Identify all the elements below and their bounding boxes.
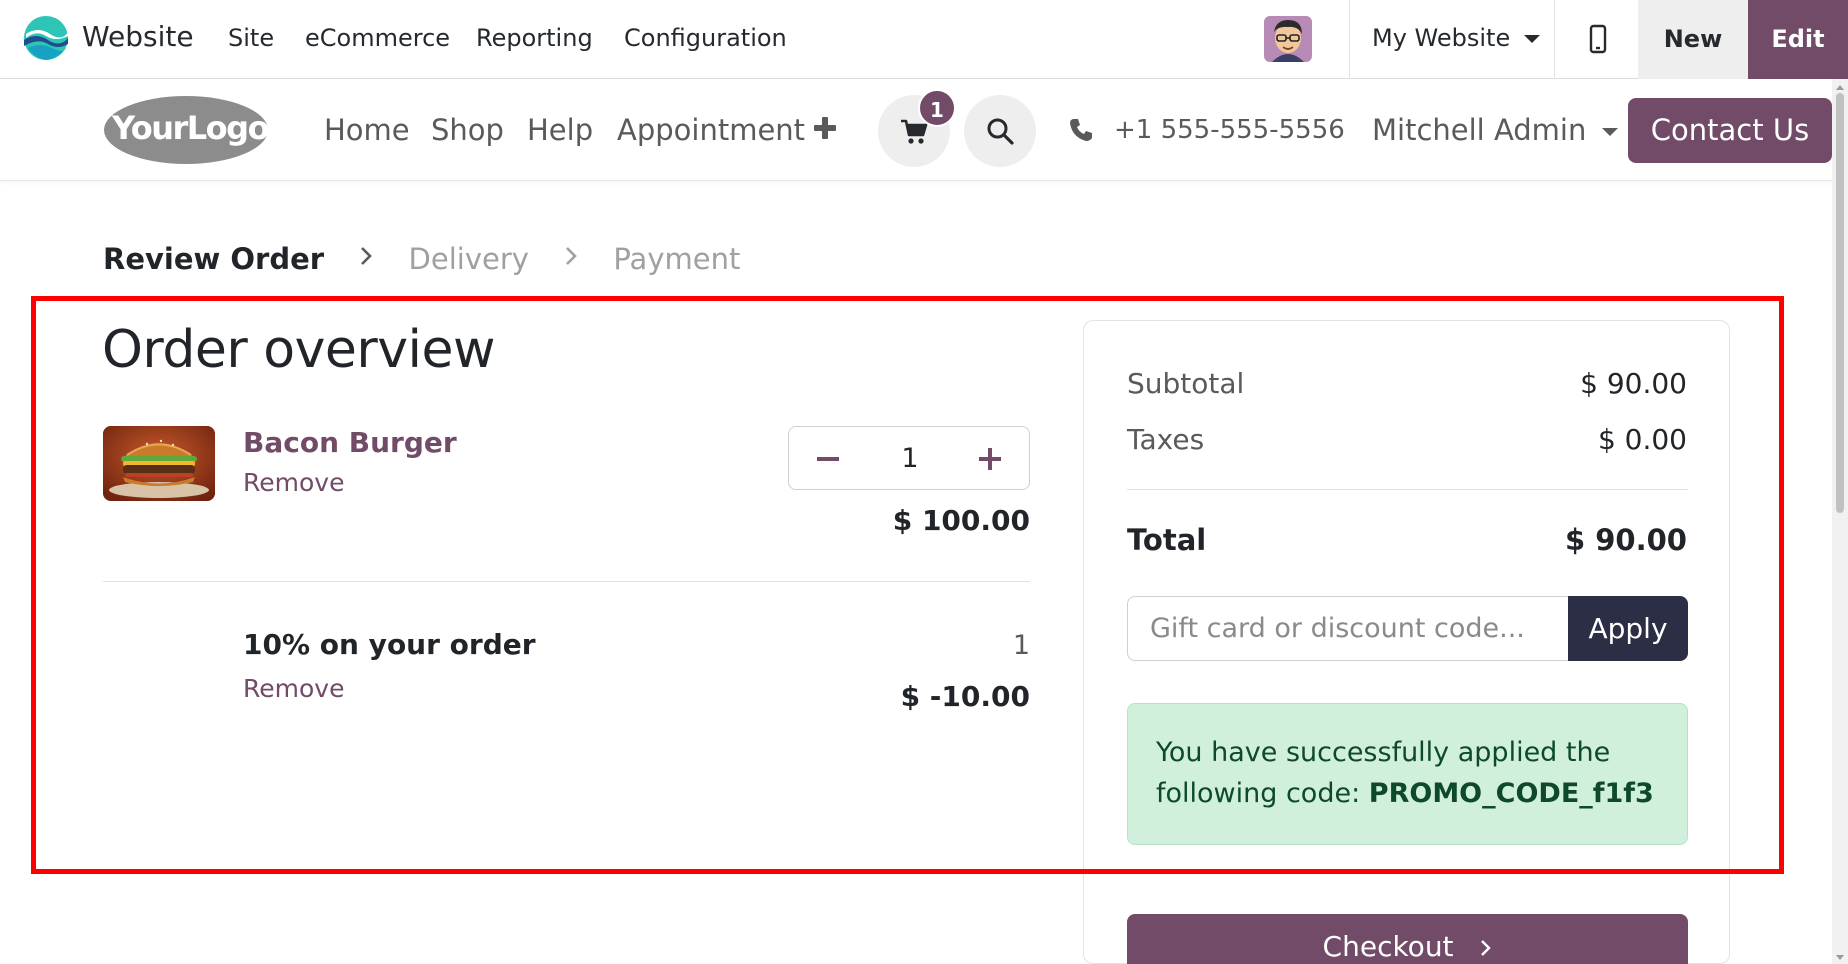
scroll-up-arrow[interactable] <box>1836 85 1844 90</box>
user-menu[interactable]: Mitchell Admin <box>1372 113 1619 147</box>
chevron-down-icon <box>1602 128 1619 136</box>
step-payment[interactable]: Payment <box>613 242 740 276</box>
website-selector[interactable]: My Website <box>1372 24 1541 52</box>
cart-count-badge: 1 <box>918 89 956 127</box>
remove-link[interactable]: Remove <box>243 468 344 497</box>
page-scrollbar[interactable] <box>1832 79 1848 964</box>
nav-home[interactable]: Home <box>324 113 410 147</box>
line-price: $ 100.00 <box>892 504 1030 537</box>
taxes-label: Taxes <box>1127 423 1205 456</box>
search-button[interactable] <box>964 95 1036 167</box>
search-icon <box>987 118 1014 145</box>
menu-reporting[interactable]: Reporting <box>476 24 593 52</box>
website-header: YourLogo Home Shop Help Appointment 1 +1… <box>0 79 1848 181</box>
scroll-thumb[interactable] <box>1836 93 1844 513</box>
menu-site[interactable]: Site <box>228 24 274 52</box>
divider <box>103 581 1030 582</box>
chevron-right-icon <box>361 247 373 265</box>
divider <box>1127 489 1688 490</box>
nav-help[interactable]: Help <box>527 113 593 147</box>
mobile-preview-icon[interactable] <box>1584 24 1612 56</box>
checkout-steps: Review Order Delivery Payment <box>103 240 740 276</box>
plus-icon[interactable] <box>812 115 838 141</box>
remove-link[interactable]: Remove <box>243 674 344 703</box>
chevron-down-icon <box>1524 35 1541 43</box>
product-image[interactable] <box>103 426 215 501</box>
burger-image <box>103 426 215 501</box>
discount-price: $ -10.00 <box>900 680 1030 713</box>
website-app-icon[interactable] <box>22 14 70 62</box>
website-selector-label: My Website <box>1372 24 1511 52</box>
applied-promo-code: PROMO_CODE_f1f3 <box>1368 778 1654 809</box>
discount-line-name: 10% on your order <box>243 628 536 661</box>
apply-button[interactable]: Apply <box>1568 596 1688 661</box>
nav-appointment[interactable]: Appointment <box>617 113 805 147</box>
step-review-order: Review Order <box>103 242 325 276</box>
subtotal-label: Subtotal <box>1127 367 1245 400</box>
separator <box>1554 0 1555 79</box>
plus-icon[interactable] <box>988 448 992 470</box>
avatar-image <box>1264 16 1312 62</box>
promo-success-alert: You have successfully applied the follow… <box>1127 703 1688 845</box>
menu-configuration[interactable]: Configuration <box>624 24 787 52</box>
phone-number[interactable]: +1 555-555-5556 <box>1114 115 1345 145</box>
site-logo[interactable]: YourLogo <box>102 93 270 165</box>
product-name-link[interactable]: Bacon Burger <box>243 426 457 459</box>
app-name[interactable]: Website <box>82 20 194 53</box>
new-button[interactable]: New <box>1638 0 1748 79</box>
scroll-down-arrow[interactable] <box>1836 955 1844 960</box>
chevron-right-icon <box>566 247 577 265</box>
chevron-right-icon <box>1481 940 1492 956</box>
quantity-stepper: 1 <box>788 426 1030 490</box>
promo-code-input[interactable] <box>1127 596 1568 661</box>
admin-navbar: Website Site eCommerce Reporting Configu… <box>0 0 1848 79</box>
order-summary-card: Subtotal $ 90.00 Taxes $ 0.00 Total $ 90… <box>1083 320 1730 964</box>
contact-us-button[interactable]: Contact Us <box>1628 98 1832 163</box>
total-value: $ 90.00 <box>1564 523 1687 557</box>
edit-button[interactable]: Edit <box>1748 0 1848 79</box>
cart-icon <box>901 119 928 144</box>
logo-text: YourLogo <box>111 109 269 147</box>
checkout-label: Checkout <box>1322 930 1454 963</box>
subtotal-value: $ 90.00 <box>1580 367 1687 400</box>
user-avatar[interactable] <box>1264 16 1312 62</box>
total-label: Total <box>1127 523 1207 557</box>
menu-ecommerce[interactable]: eCommerce <box>305 24 450 52</box>
page-title: Order overview <box>102 320 496 380</box>
phone-icon <box>1070 119 1092 141</box>
separator <box>1349 0 1350 79</box>
checkout-button[interactable]: Checkout <box>1127 914 1688 964</box>
discount-quantity: 1 <box>1012 630 1030 661</box>
promo-code-group: Apply <box>1127 596 1688 661</box>
step-delivery[interactable]: Delivery <box>409 242 529 276</box>
nav-shop[interactable]: Shop <box>431 113 504 147</box>
user-name: Mitchell Admin <box>1372 113 1587 147</box>
taxes-value: $ 0.00 <box>1597 423 1687 456</box>
